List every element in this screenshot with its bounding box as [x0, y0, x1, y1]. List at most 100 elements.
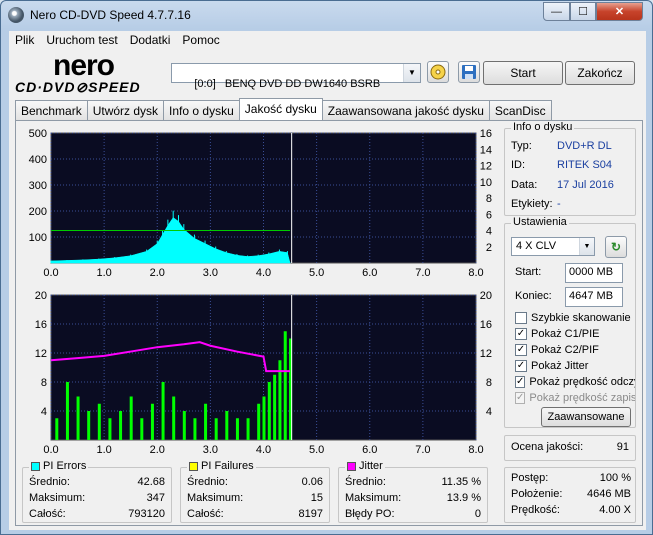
show-read-speed-checkbox[interactable]: ✓Pokaż prędkość odczytu: [515, 376, 635, 388]
main-window: Nero CD-DVD Speed 4.7.7.16 — ☐ ✕ Plik Ur…: [0, 0, 653, 535]
disc-label-label: Etykiety:: [511, 198, 553, 210]
pi-failures-bar: [108, 418, 112, 440]
pi-failures-chart: 0.0 1.0 2.0 3.0 4.0 5.0 6.0 7.0 8.0 4 8 12 16 20 4 8 12 1…: [35, 290, 492, 456]
y-tick-label: 4: [41, 406, 47, 418]
client-area: Plik Uruchom test Dodatki Pomoc nero CD·…: [9, 31, 646, 530]
drive-select-value: [0:0] BENQ DVD DD DW1640 BSRB: [194, 78, 381, 90]
disc-id-value: RITEK S04: [557, 159, 613, 171]
jitter-title: Jitter: [345, 460, 385, 472]
speed-select[interactable]: 4 X CLV ▼: [511, 237, 595, 256]
pi-failures-bar: [225, 411, 229, 440]
disc-label-row: Etykiety: -: [511, 198, 561, 210]
start-button[interactable]: Start: [483, 61, 563, 85]
disc-id-label: ID:: [511, 159, 526, 171]
exit-button[interactable]: Zakończ: [565, 61, 635, 85]
y2-tick-label: 16: [480, 319, 492, 331]
pi-failures-bar: [283, 331, 287, 440]
show-c2-checkbox[interactable]: ✓ Pokaż C2/PIF: [515, 344, 599, 356]
tab-disc-info[interactable]: Info o dysku: [163, 100, 240, 120]
chevron-down-icon[interactable]: ▼: [579, 238, 594, 255]
pi-failures-bar: [182, 411, 186, 440]
x-tick-label: 6.0: [362, 444, 377, 456]
pi-failures-bar: [278, 360, 282, 440]
pie-total-row: Całość: 793120: [29, 508, 167, 520]
y-tick-label: 100: [29, 232, 47, 244]
checkbox-box: [515, 312, 527, 324]
pi-failures-title-text: PI Failures: [201, 460, 254, 472]
show-write-speed-checkbox: ✓ Pokaż prędkość zapisu: [515, 392, 635, 404]
end-label: Koniec:: [515, 290, 552, 302]
x-tick-label: 6.0: [362, 267, 377, 279]
y2-tick-label: 2: [486, 242, 492, 254]
jitter-avg-value: 11.35 %: [441, 476, 481, 488]
jitter-max-value: 13.9 %: [446, 492, 481, 504]
save-button[interactable]: [458, 61, 480, 83]
refresh-button[interactable]: ↻: [605, 236, 627, 258]
tab-scandisc[interactable]: ScanDisc: [488, 100, 552, 120]
disc-info-group: Info o dysku Typ: DVD+R DL ID: RITEK S04 D…: [504, 121, 636, 216]
y-tick-label: 200: [29, 206, 47, 218]
speed-value: 4.00 X: [599, 504, 631, 516]
tab-create-disc[interactable]: Utwórz dysk: [86, 100, 165, 120]
minimize-button[interactable]: —: [543, 2, 570, 21]
tab-benchmark[interactable]: Benchmark: [15, 100, 88, 120]
pi-errors-title: PI Errors: [29, 460, 89, 472]
y-tick-label: 16: [35, 319, 47, 331]
tab-disc-quality[interactable]: Jakość dysku: [238, 98, 323, 120]
plot-area: [50, 132, 477, 264]
quick-scan-checkbox[interactable]: Szybkie skanowanie: [515, 312, 631, 324]
show-jitter-checkbox[interactable]: ✓ Pokaż Jitter: [515, 360, 588, 372]
po-errors-value: 0: [474, 508, 481, 520]
jitter-max-label: Maksimum:: [345, 492, 402, 504]
po-errors-label: Błędy PO:: [345, 508, 395, 520]
check-icon: ✓: [515, 328, 527, 340]
quality-label: Ocena jakości:: [511, 441, 584, 453]
jitter-swatch: [347, 461, 356, 471]
pif-max-label: Maksimum:: [187, 492, 244, 504]
x-tick-label: 3.0: [203, 267, 218, 279]
end-field[interactable]: 4647 MB: [565, 287, 623, 307]
pie-avg-value: 42.68: [137, 476, 165, 488]
pi-failures-bar: [204, 403, 208, 440]
quality-row: Ocena jakości: 91: [511, 441, 631, 453]
check-icon: ✓: [515, 360, 527, 372]
pif-max-row: Maksimum: 15: [187, 492, 325, 504]
title-bar[interactable]: Nero CD-DVD Speed 4.7.7.16 — ☐ ✕: [1, 1, 652, 31]
pi-failures-bar: [97, 403, 101, 440]
show-c1-label: Pokaż C1/PIE: [531, 328, 600, 340]
pie-avg-label: Średnio:: [29, 476, 70, 488]
position-row: Położenie: 4646 MB: [511, 488, 633, 500]
menu-run-test[interactable]: Uruchom test: [40, 31, 123, 51]
maximize-button[interactable]: ☐: [570, 2, 596, 21]
x-tick-label: 4.0: [256, 267, 271, 279]
chevron-down-icon[interactable]: ▼: [403, 64, 420, 82]
y-tick-label: 500: [29, 128, 47, 140]
disc-info-button[interactable]: [427, 61, 449, 83]
x-tick-label: 3.0: [203, 444, 218, 456]
menu-extras[interactable]: Dodatki: [124, 31, 177, 51]
menu-help[interactable]: Pomoc: [176, 31, 225, 51]
advanced-button[interactable]: Zaawansowane: [541, 407, 631, 427]
start-field[interactable]: 0000 MB: [565, 263, 623, 283]
x-tick-label: 0.0: [43, 267, 58, 279]
pif-total-label: Całość:: [187, 508, 224, 520]
pi-failures-bar: [76, 396, 80, 440]
pi-failures-bar: [161, 382, 165, 440]
show-c1-checkbox[interactable]: ✓ Pokaż C1/PIE: [515, 328, 599, 340]
speed-row: Prędkość: 4.00 X: [511, 504, 633, 516]
y-tick-label: 20: [35, 290, 47, 302]
tab-advanced-quality[interactable]: Zaawansowana jakość dysku: [321, 100, 490, 120]
position-value: 4646 MB: [586, 488, 631, 500]
close-button[interactable]: ✕: [596, 2, 643, 21]
speed-select-value: 4 X CLV: [516, 240, 557, 252]
drive-select[interactable]: [0:0] BENQ DVD DD DW1640 BSRB ▼: [171, 63, 421, 90]
pi-failures-bar: [267, 382, 271, 440]
pi-failures-bar: [235, 418, 239, 440]
pi-failures-bar: [273, 374, 277, 440]
pi-errors-swatch: [31, 461, 40, 471]
pi-failures-bar: [257, 403, 261, 440]
disc-id-row: ID: RITEK S04: [511, 159, 612, 171]
refresh-icon: ↻: [610, 240, 622, 254]
menu-file[interactable]: Plik: [9, 31, 40, 51]
app-disc-icon: [8, 7, 24, 23]
